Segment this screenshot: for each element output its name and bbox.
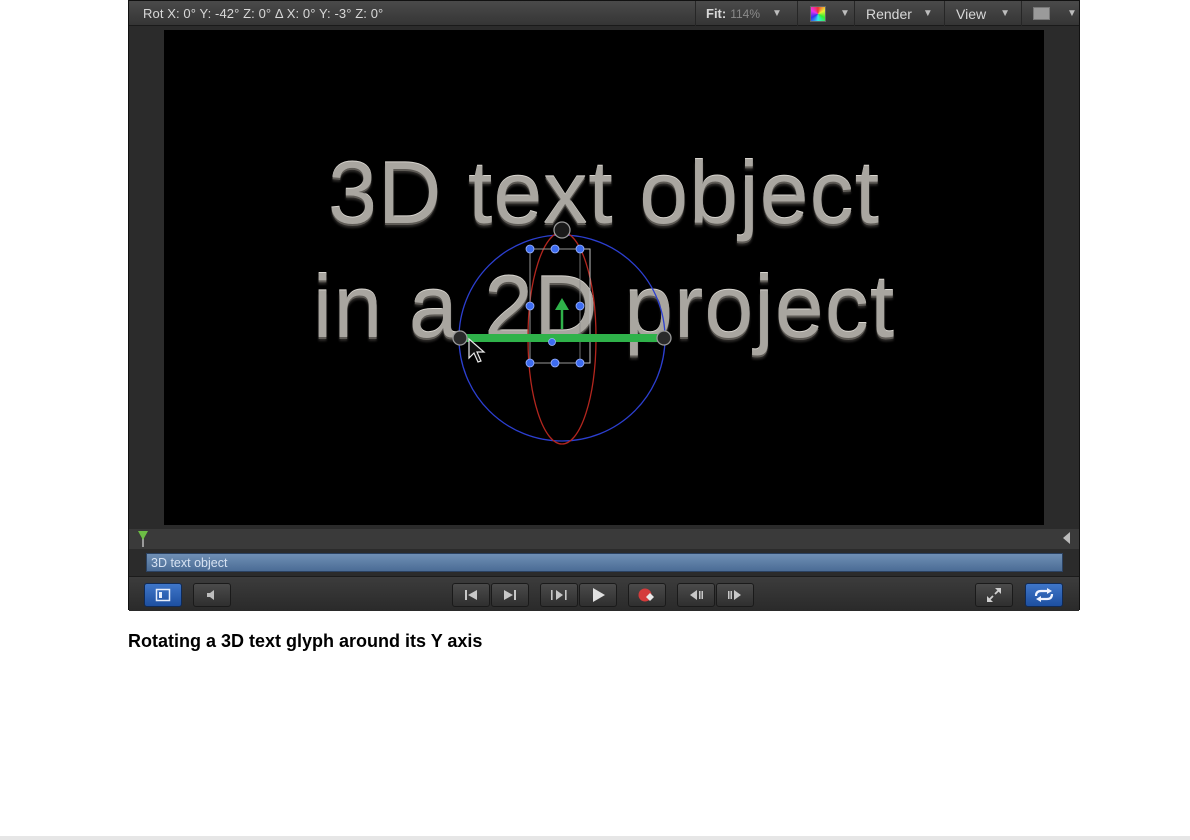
- playhead-icon[interactable]: [138, 531, 148, 540]
- play-from-start-icon: [551, 590, 567, 600]
- show-hide-panel-button[interactable]: [144, 583, 182, 607]
- chevron-down-icon: ▼: [772, 8, 782, 19]
- audio-mute-button[interactable]: [193, 583, 231, 607]
- page-divider: [0, 836, 1190, 840]
- mouse-pointer-icon: [468, 337, 486, 363]
- toolbar-separator: [944, 1, 945, 26]
- view-label: View: [956, 5, 987, 22]
- view-layout-dropdown[interactable]: ▼: [1033, 1, 1077, 26]
- toolbar-separator: [695, 1, 696, 26]
- skip-to-start-icon: [465, 590, 477, 600]
- rotation-gizmo[interactable]: [164, 30, 1044, 525]
- toolbar-separator: [854, 1, 855, 26]
- canvas-viewer: Rot X: 0° Y: -42° Z: 0° Δ X: 0° Y: -3° Z…: [128, 0, 1080, 611]
- figure-caption: Rotating a 3D text glyph around its Y ax…: [128, 631, 483, 651]
- go-to-end-button[interactable]: [491, 583, 529, 607]
- loop-icon: [1034, 588, 1054, 602]
- full-screen-button[interactable]: [975, 583, 1013, 607]
- go-to-start-button[interactable]: [452, 583, 490, 607]
- render-label: Render: [866, 5, 912, 22]
- chevron-down-icon: ▼: [1000, 8, 1010, 19]
- chevron-down-icon: ▼: [840, 8, 850, 19]
- y-axis-arrowhead[interactable]: [555, 298, 569, 310]
- toolbar-separator: [1021, 1, 1022, 26]
- fit-value: 114%: [730, 6, 761, 21]
- track-label: 3D text object: [151, 556, 228, 570]
- transform-handles[interactable]: [525, 244, 585, 368]
- play-range-end-icon[interactable]: [1063, 532, 1070, 544]
- color-channels-icon: [810, 5, 826, 22]
- next-keyframe-button[interactable]: [716, 583, 754, 607]
- play-from-start-button[interactable]: [540, 583, 578, 607]
- expand-icon: [987, 588, 1001, 602]
- view-layout-icon: [1033, 7, 1050, 20]
- record-button[interactable]: [628, 583, 666, 607]
- toolbar-separator: [797, 1, 798, 26]
- track-bar-3d-text-object[interactable]: 3D text object: [146, 553, 1063, 572]
- viewer-toolbar: Rot X: 0° Y: -42° Z: 0° Δ X: 0° Y: -3° Z…: [129, 1, 1079, 26]
- previous-keyframe-button[interactable]: [677, 583, 715, 607]
- render-dropdown[interactable]: Render ▼: [866, 1, 933, 26]
- chevron-down-icon: ▼: [1067, 8, 1077, 19]
- speaker-icon: [207, 590, 214, 600]
- play-icon: [593, 588, 605, 602]
- fit-label: Fit:: [706, 6, 727, 21]
- next-keyframe-icon: [728, 590, 741, 600]
- play-button[interactable]: [579, 583, 617, 607]
- loop-playback-button[interactable]: [1025, 583, 1063, 607]
- rotation-handle-left[interactable]: [452, 330, 468, 346]
- view-dropdown[interactable]: View ▼: [956, 1, 1010, 26]
- previous-keyframe-icon: [690, 590, 703, 600]
- rotation-handle-right[interactable]: [656, 330, 672, 346]
- chevron-down-icon: ▼: [922, 8, 933, 19]
- channels-dropdown[interactable]: ▼: [810, 1, 850, 26]
- record-icon: [638, 588, 654, 602]
- panel-toggle-icon: [155, 588, 171, 602]
- mini-timeline[interactable]: [129, 529, 1079, 549]
- fit-zoom-dropdown[interactable]: Fit: 114% ▼: [706, 1, 782, 26]
- transport-controls: [129, 576, 1079, 611]
- rotation-readout: Rot X: 0° Y: -42° Z: 0° Δ X: 0° Y: -3° Z…: [143, 6, 384, 21]
- rotation-handle-top[interactable]: [553, 221, 571, 239]
- canvas-area[interactable]: 3D text object in a 2D project: [164, 30, 1044, 525]
- skip-to-end-icon: [504, 590, 516, 600]
